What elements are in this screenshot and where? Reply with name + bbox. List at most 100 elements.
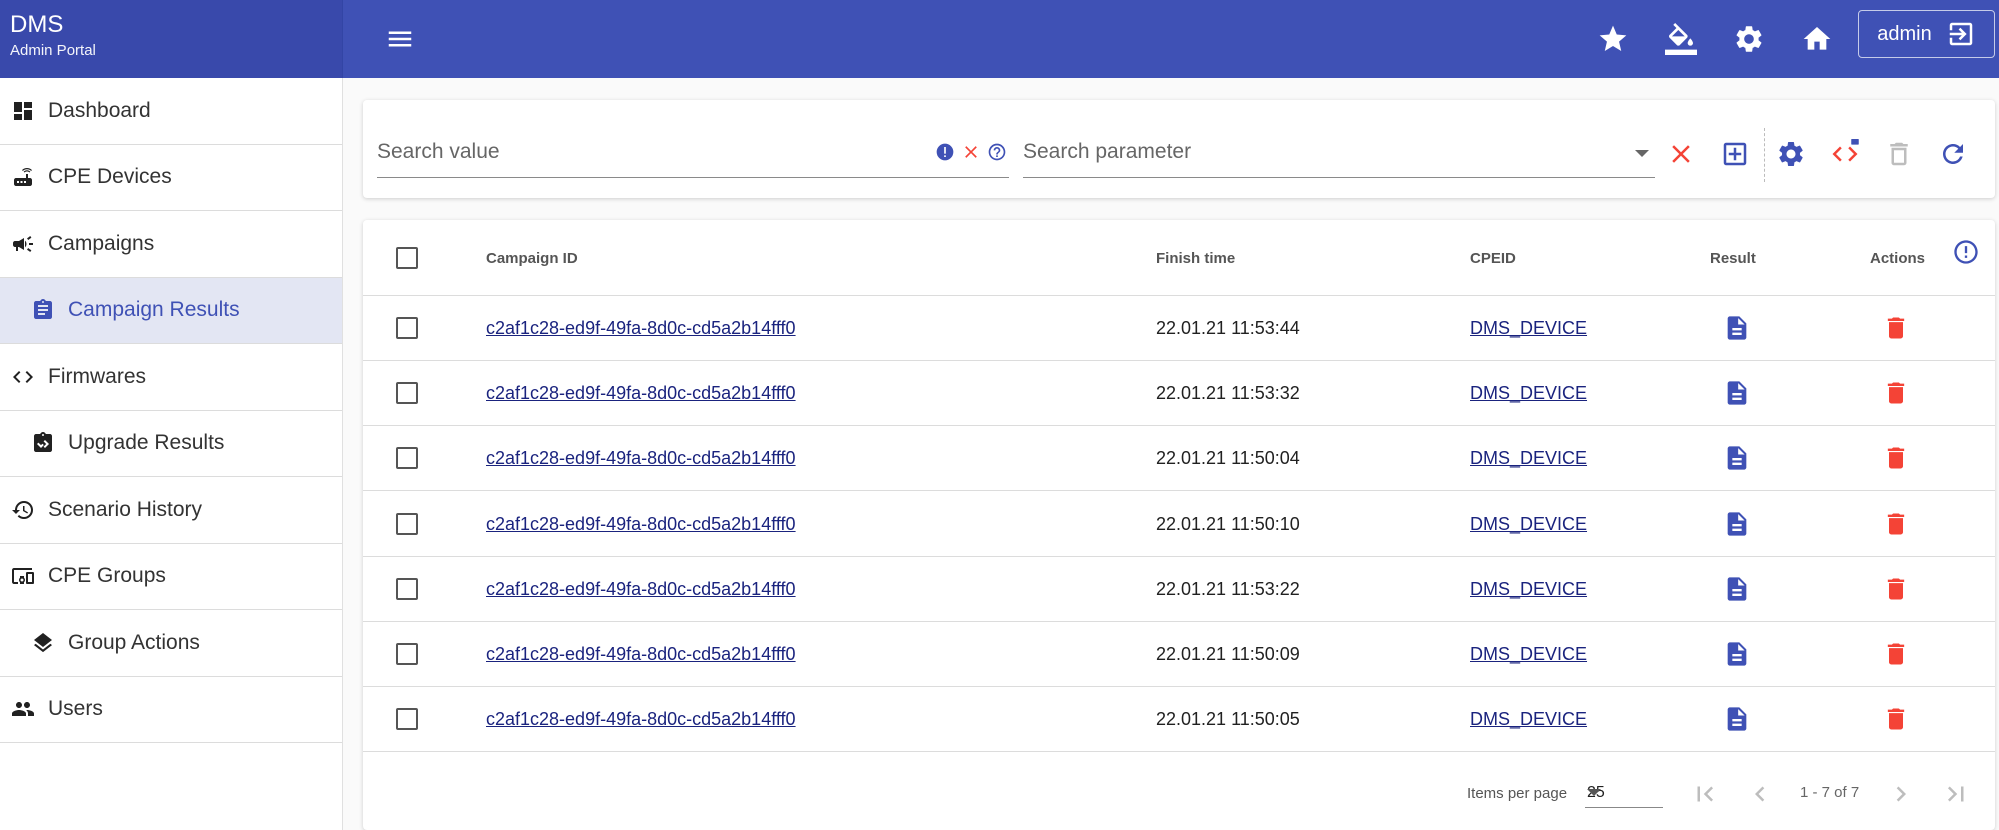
menu-icon[interactable] <box>378 17 422 61</box>
gear-icon[interactable] <box>1773 136 1809 172</box>
clear-search-icon[interactable] <box>1663 136 1699 172</box>
row-checkbox[interactable] <box>396 317 418 339</box>
campaign-id-link[interactable]: c2af1c28-ed9f-49fa-8d0c-cd5a2b14fff0 <box>486 644 796 665</box>
search-card <box>363 100 1995 198</box>
delete-icon[interactable] <box>1879 311 1913 345</box>
chevron-down-icon[interactable] <box>1635 150 1649 157</box>
search-value-input[interactable] <box>377 136 1009 164</box>
sidebar-item-cpe-groups[interactable]: CPE Groups <box>0 544 342 610</box>
clear-icon[interactable] <box>959 140 983 164</box>
cpeid-link[interactable]: DMS_DEVICE <box>1470 448 1587 469</box>
gear-icon[interactable] <box>1727 17 1771 61</box>
sidebar-item-label: Dashboard <box>48 98 151 122</box>
last-page-icon[interactable] <box>1938 776 1974 812</box>
table-row: c2af1c28-ed9f-49fa-8d0c-cd5a2b14fff0 22.0… <box>363 687 1995 753</box>
delete-icon[interactable] <box>1879 637 1913 671</box>
campaign-id-link[interactable]: c2af1c28-ed9f-49fa-8d0c-cd5a2b14fff0 <box>486 514 796 535</box>
delete-icon[interactable] <box>1879 376 1913 410</box>
table-row: c2af1c28-ed9f-49fa-8d0c-cd5a2b14fff0 22.0… <box>363 557 1995 622</box>
sidebar-item-group-actions[interactable]: Group Actions <box>0 610 342 677</box>
row-checkbox[interactable] <box>396 577 418 600</box>
sidebar-item-dashboard[interactable]: Dashboard <box>0 78 342 145</box>
chevron-down-icon[interactable] <box>1587 789 1601 796</box>
campaign-id-link[interactable]: c2af1c28-ed9f-49fa-8d0c-cd5a2b14fff0 <box>486 709 796 730</box>
exit-to-app-icon <box>1949 22 1972 46</box>
description-icon[interactable] <box>1720 702 1754 736</box>
table-row: c2af1c28-ed9f-49fa-8d0c-cd5a2b14fff0 22.0… <box>363 492 1995 557</box>
table-row: c2af1c28-ed9f-49fa-8d0c-cd5a2b14fff0 22.0… <box>363 426 1995 492</box>
campaign-id-link[interactable]: c2af1c28-ed9f-49fa-8d0c-cd5a2b14fff0 <box>486 383 796 404</box>
search-value-icons <box>933 140 1009 164</box>
delete-icon[interactable] <box>1879 702 1913 736</box>
help-icon[interactable] <box>985 140 1009 164</box>
delete-icon[interactable] <box>1879 441 1913 475</box>
sidebar-item-scenario-history[interactable]: Scenario History <box>0 477 342 544</box>
column-header-cpeid[interactable]: CPEID <box>1470 250 1516 267</box>
sidebar-item-firmwares[interactable]: Firmwares <box>0 344 342 411</box>
sidebar-item-users[interactable]: Users <box>0 677 342 743</box>
paginator: Items per page 25 1 - 7 of 7 <box>363 752 1995 830</box>
sidebar-item-label: CPE Groups <box>48 564 166 588</box>
info-icon[interactable] <box>1949 235 1983 269</box>
next-page-icon[interactable] <box>1883 776 1919 812</box>
finish-time-cell: 22.01.21 11:53:44 <box>1156 318 1300 338</box>
sidebar: Dashboard CPE Devices Campaigns Campaign… <box>0 78 343 830</box>
people-icon <box>10 696 36 722</box>
select-all-checkbox[interactable] <box>396 247 418 269</box>
description-icon[interactable] <box>1720 637 1754 671</box>
previous-page-icon[interactable] <box>1742 776 1778 812</box>
results-table: Campaign ID Finish time CPEID Result Act… <box>363 220 1995 830</box>
description-icon[interactable] <box>1720 441 1754 475</box>
home-icon[interactable] <box>1795 17 1839 61</box>
campaign-id-link[interactable]: c2af1c28-ed9f-49fa-8d0c-cd5a2b14fff0 <box>486 579 796 600</box>
devices-icon <box>10 563 36 589</box>
cpeid-link[interactable]: DMS_DEVICE <box>1470 579 1587 600</box>
user-menu-button[interactable]: admin <box>1858 10 1995 58</box>
format-color-fill-icon[interactable] <box>1659 17 1703 61</box>
description-icon[interactable] <box>1720 572 1754 606</box>
column-header-result: Result <box>1710 250 1756 267</box>
delete-disabled-icon[interactable] <box>1881 136 1917 172</box>
campaign-id-link[interactable]: c2af1c28-ed9f-49fa-8d0c-cd5a2b14fff0 <box>486 448 796 469</box>
sidebar-item-label: Firmwares <box>48 364 146 388</box>
row-checkbox[interactable] <box>396 447 418 470</box>
row-checkbox[interactable] <box>396 708 418 731</box>
column-header-campaign-id[interactable]: Campaign ID <box>486 250 578 267</box>
description-icon[interactable] <box>1720 311 1754 345</box>
search-parameter-input[interactable] <box>1023 136 1655 164</box>
brand: DMS Admin Portal <box>0 0 343 78</box>
row-checkbox[interactable] <box>396 382 418 405</box>
search-parameter-select[interactable] <box>1023 136 1655 178</box>
error-icon[interactable] <box>933 140 957 164</box>
history-icon <box>10 497 36 523</box>
first-page-icon[interactable] <box>1687 776 1723 812</box>
cpeid-link[interactable]: DMS_DEVICE <box>1470 318 1587 339</box>
cpeid-link[interactable]: DMS_DEVICE <box>1470 514 1587 535</box>
refresh-icon[interactable] <box>1935 136 1971 172</box>
cpeid-link[interactable]: DMS_DEVICE <box>1470 709 1587 730</box>
description-icon[interactable] <box>1720 376 1754 410</box>
finish-time-cell: 22.01.21 11:53:22 <box>1156 578 1300 599</box>
row-checkbox[interactable] <box>396 512 418 535</box>
finish-time-cell: 22.01.21 11:50:10 <box>1156 513 1300 534</box>
cpeid-link[interactable]: DMS_DEVICE <box>1470 644 1587 665</box>
sidebar-item-cpe-devices[interactable]: CPE Devices <box>0 145 342 211</box>
cpeid-link[interactable]: DMS_DEVICE <box>1470 383 1587 404</box>
sidebar-item-campaign-results[interactable]: Campaign Results <box>0 277 342 344</box>
add-box-icon[interactable] <box>1717 136 1753 172</box>
dashboard-icon <box>10 98 36 124</box>
page-size-select[interactable]: 25 <box>1585 778 1663 808</box>
column-header-finish-time[interactable]: Finish time <box>1156 250 1235 267</box>
star-icon[interactable] <box>1591 17 1635 61</box>
finish-time-cell: 22.01.21 11:50:09 <box>1156 644 1300 664</box>
description-icon[interactable] <box>1720 507 1754 541</box>
sidebar-item-upgrade-results[interactable]: Upgrade Results <box>0 411 342 477</box>
sidebar-item-label: Scenario History <box>48 497 203 521</box>
sidebar-item-campaigns[interactable]: Campaigns <box>0 211 342 278</box>
code-comment-icon[interactable] <box>1827 136 1863 172</box>
delete-icon[interactable] <box>1879 507 1913 541</box>
campaign-id-link[interactable]: c2af1c28-ed9f-49fa-8d0c-cd5a2b14fff0 <box>486 318 796 339</box>
row-checkbox[interactable] <box>396 643 418 665</box>
delete-icon[interactable] <box>1879 572 1913 606</box>
search-value-field <box>377 136 1009 178</box>
